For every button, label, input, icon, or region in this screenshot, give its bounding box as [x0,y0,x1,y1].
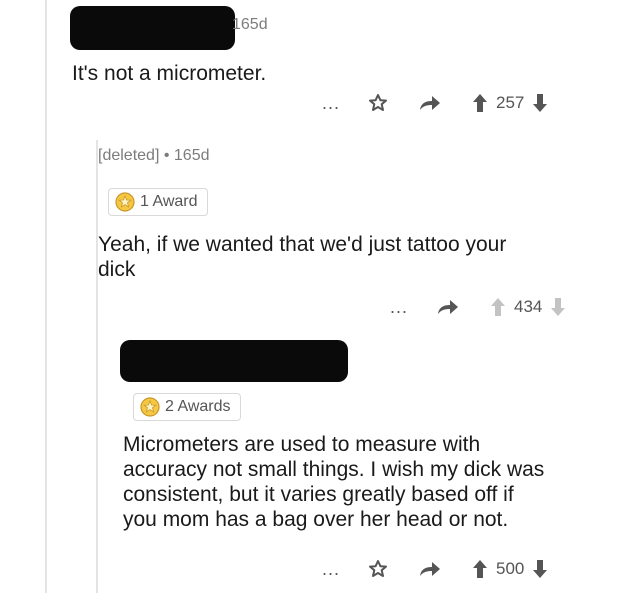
meta-separator: • [163,147,170,164]
upvote-icon[interactable] [490,297,506,317]
gift-icon [369,94,388,111]
downvote-icon[interactable] [550,297,566,317]
share-button[interactable] [418,94,442,112]
comment-actions: ... 434 [390,297,566,317]
vote-controls: 434 [490,297,566,317]
vote-controls: 257 [472,93,548,113]
vote-score: 434 [514,297,543,316]
comment-actions: ... 257 [322,93,548,113]
comment-line: you mom has a bag over her head or not. [123,508,509,531]
vote-score: 257 [496,93,525,112]
comment-meta: [deleted] • 165d [98,147,210,165]
share-icon [420,96,441,110]
upvote-icon[interactable] [472,93,488,113]
share-icon [438,300,459,314]
award-count: 1 Award [140,193,198,210]
share-button[interactable] [418,560,442,578]
comment-body: It's not a micrometer. [72,61,266,86]
give-award-button[interactable] [368,559,388,579]
vote-score: 500 [496,559,525,578]
give-award-button[interactable] [368,93,388,113]
comment-1: 165d It's not a micrometer. ... 257 [0,0,640,130]
award-count: 2 Awards [165,398,231,415]
medal-icon [115,192,135,212]
share-icon [420,562,441,576]
more-options-button[interactable]: ... [322,94,340,112]
comment-line: accuracy not small things. I wish my dic… [123,458,545,481]
downvote-icon[interactable] [532,93,548,113]
author-name[interactable]: [deleted] [98,147,159,164]
comment-2: [deleted] • 165d 1 Award Yeah, if we wan… [0,130,640,330]
comment-3: 2 Awards Micrometers are used to measure… [0,330,640,593]
comment-line: Micrometers are used to measure with [123,433,481,456]
award-badge[interactable]: 2 Awards [133,393,241,421]
comment-body: Yeah, if we wanted that we'd just tattoo… [98,232,608,282]
comment-age: 165d [232,16,268,33]
redacted-username [70,6,235,50]
gift-icon [369,560,388,577]
upvote-icon[interactable] [472,559,488,579]
comment-line: It's not a micrometer. [72,62,267,85]
comment-age: 165d [173,147,210,164]
comment-line: dick [98,258,136,281]
medal-icon [140,397,160,417]
downvote-icon[interactable] [532,559,548,579]
comment-body: Micrometers are used to measure with acc… [123,432,633,532]
more-options-button[interactable]: ... [390,298,408,316]
vote-controls: 500 [472,559,548,579]
redacted-username [120,340,348,382]
award-badge[interactable]: 1 Award [108,188,208,216]
more-options-button[interactable]: ... [322,560,340,578]
comment-actions: ... 500 [322,559,548,579]
comment-line: consistent, but it varies greatly based … [123,483,514,506]
share-button[interactable] [436,298,460,316]
comment-line: Yeah, if we wanted that we'd just tattoo… [98,233,507,256]
